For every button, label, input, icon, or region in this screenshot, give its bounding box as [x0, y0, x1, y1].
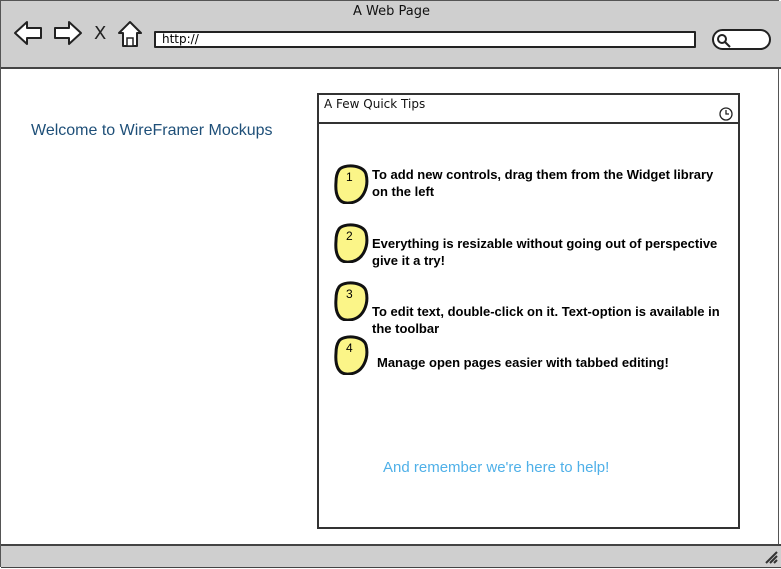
tip-text: To add new controls, drag them from the … — [372, 167, 714, 199]
tip-text: Manage open pages easier with tabbed edi… — [377, 355, 669, 370]
back-button[interactable] — [13, 19, 43, 47]
search-input[interactable] — [712, 29, 771, 50]
tip-number: 1 — [346, 170, 353, 184]
url-input[interactable]: http:// — [154, 31, 696, 48]
forward-button[interactable] — [53, 19, 83, 47]
stop-button[interactable]: X — [94, 23, 106, 44]
browser-toolbar: A Web Page X http:// — [1, 1, 781, 69]
help-link[interactable]: And remember we're here to help! — [383, 459, 609, 476]
home-button[interactable] — [117, 20, 143, 48]
tip-number: 3 — [346, 287, 353, 301]
tip-number: 2 — [346, 229, 353, 243]
status-bar — [1, 544, 781, 568]
window-title: A Web Page — [353, 4, 430, 19]
tip-number: 4 — [346, 341, 353, 355]
forward-arrow-icon — [54, 21, 82, 45]
back-arrow-icon — [14, 21, 42, 45]
tip-text: To edit text, double-click on it. Text-o… — [372, 304, 720, 336]
tips-title: A Few Quick Tips — [324, 97, 426, 111]
home-icon — [118, 21, 142, 47]
search-icon — [717, 34, 731, 48]
tips-header: A Few Quick Tips — [319, 95, 738, 124]
welcome-heading: Welcome to WireFramer Mockups — [31, 122, 273, 139]
browser-window: A Web Page X http:// Welcome to WireFram… — [0, 0, 781, 568]
tip-text: Everything is resizable without going ou… — [372, 236, 718, 268]
clock-icon[interactable] — [719, 107, 733, 121]
resize-grip-icon[interactable] — [764, 550, 778, 564]
